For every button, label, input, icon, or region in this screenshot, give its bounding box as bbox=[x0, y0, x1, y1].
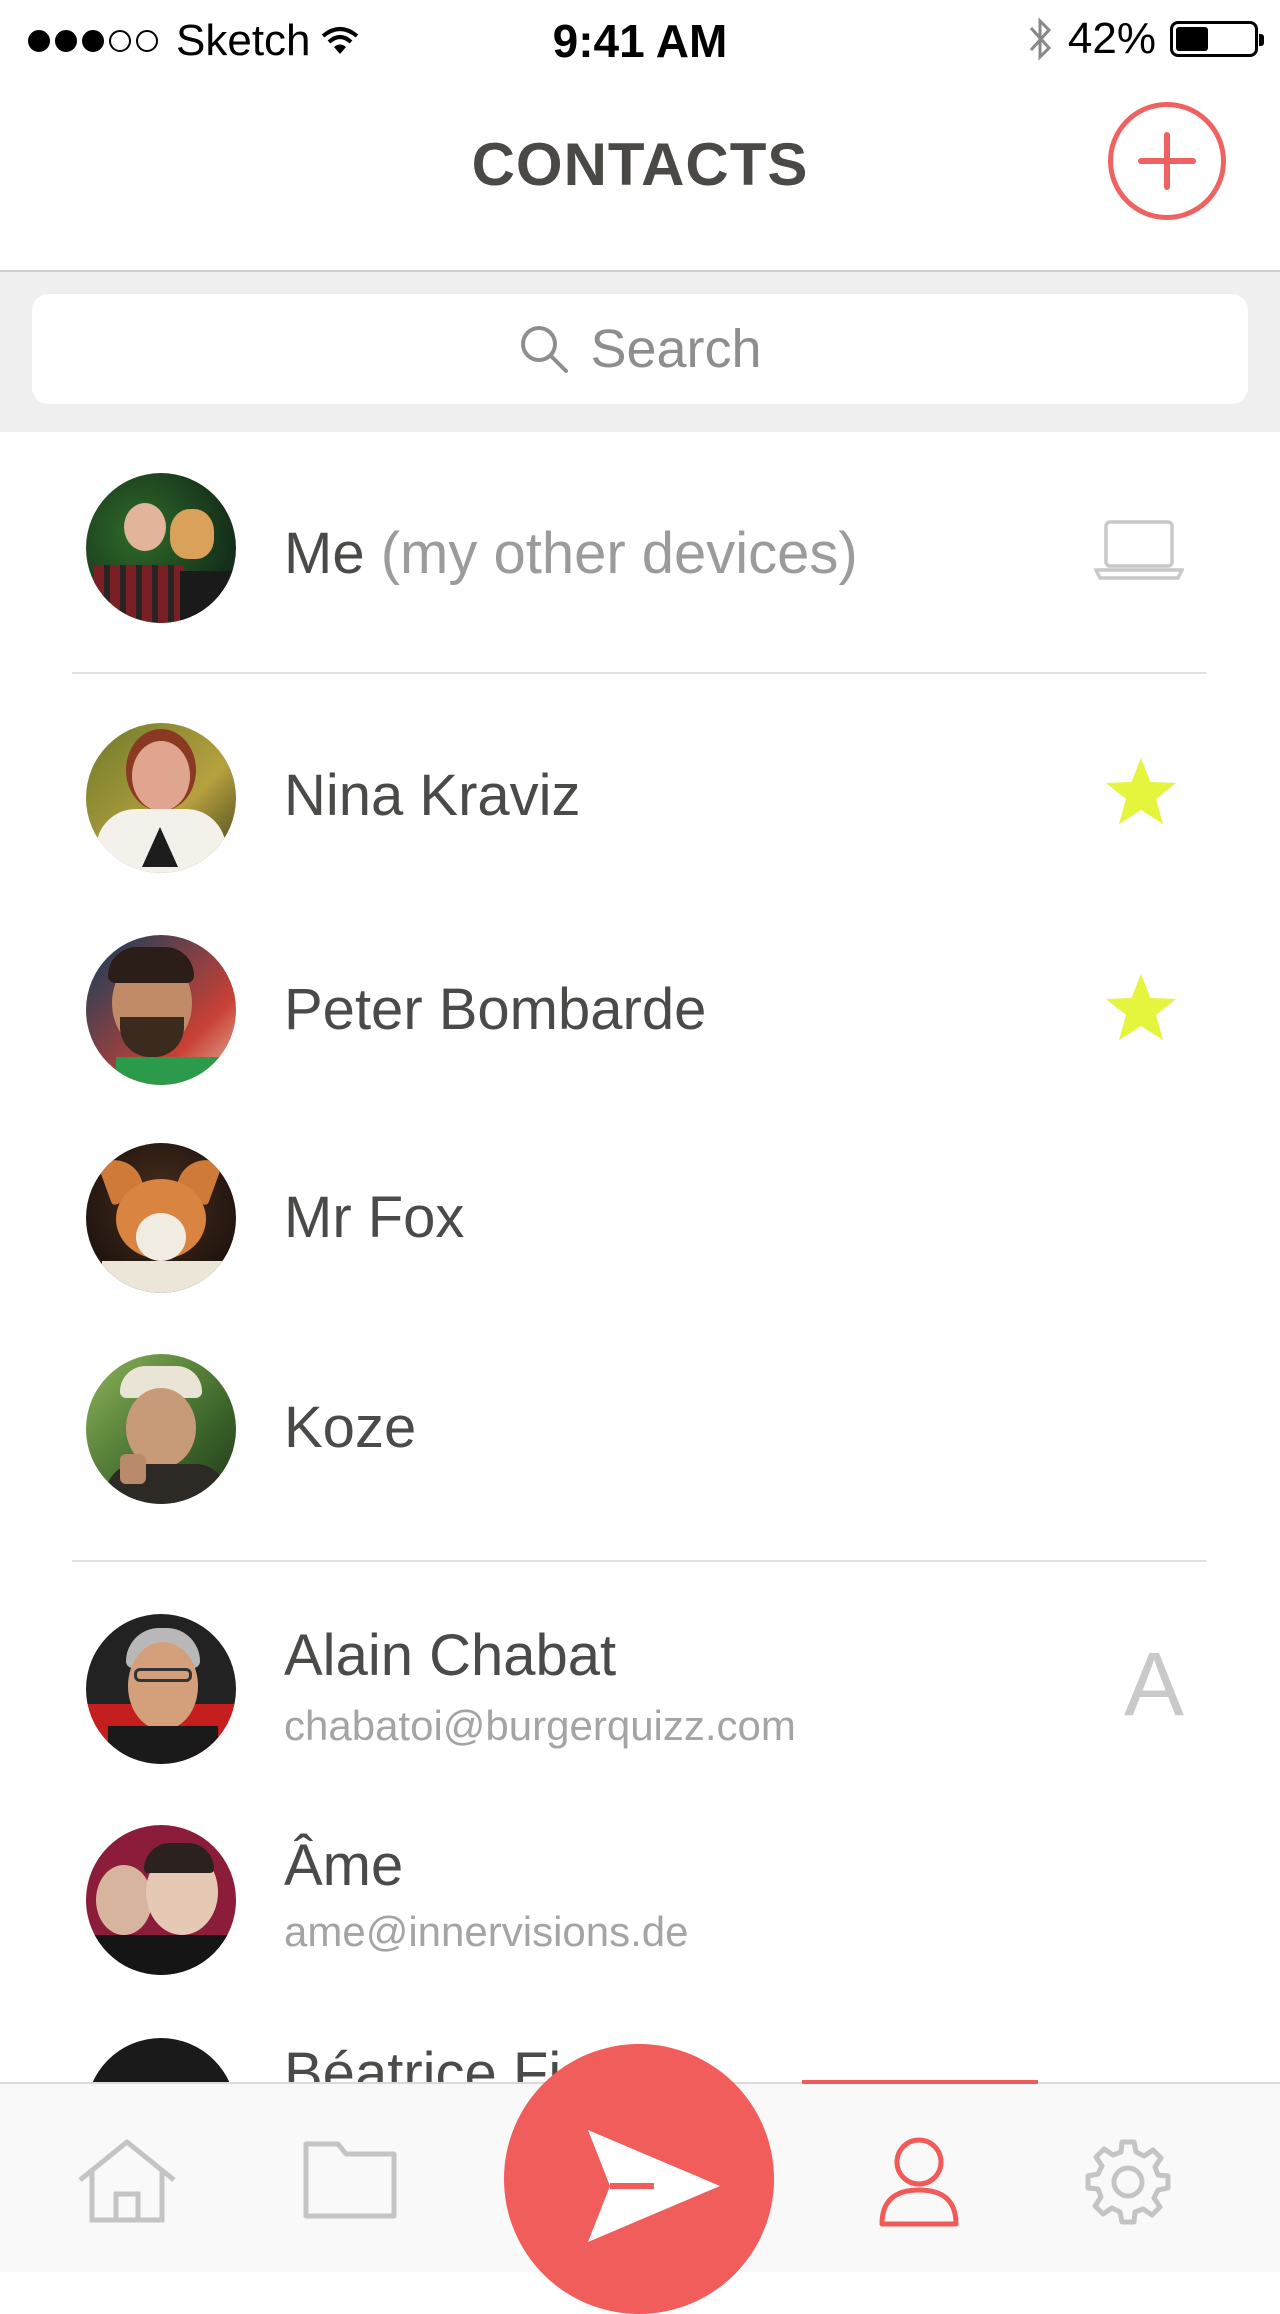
contact-row[interactable]: Peter Bombarde bbox=[0, 930, 1280, 1090]
bluetooth-icon bbox=[1029, 17, 1051, 61]
divider bbox=[72, 1560, 1206, 1562]
battery-percent: 42% bbox=[1067, 14, 1156, 63]
contact-row[interactable]: Nina Kraviz bbox=[0, 720, 1280, 880]
favorite-star-icon[interactable] bbox=[1102, 754, 1180, 830]
contact-name: Alain Chabat bbox=[284, 1623, 617, 1688]
tab-home[interactable] bbox=[46, 2084, 206, 2274]
contact-name: Nina Kraviz bbox=[284, 763, 581, 828]
send-button[interactable] bbox=[504, 2044, 774, 2314]
me-row[interactable]: Me (my other devices) bbox=[0, 470, 1280, 630]
add-contact-button[interactable] bbox=[1108, 102, 1226, 220]
plus-icon bbox=[1138, 132, 1196, 190]
tab-files[interactable] bbox=[272, 2084, 432, 2274]
home-icon bbox=[78, 2139, 176, 2223]
contact-row[interactable]: Koze bbox=[0, 1350, 1280, 1510]
contact-name: Âme bbox=[284, 1833, 404, 1898]
status-right: 42% bbox=[1028, 14, 1264, 64]
page-title: CONTACTS bbox=[471, 131, 809, 198]
tab-settings[interactable] bbox=[1052, 2084, 1212, 2274]
contact-name: Koze bbox=[284, 1395, 417, 1460]
contact-row[interactable]: Mr Fox bbox=[0, 1140, 1280, 1300]
avatar bbox=[86, 1354, 236, 1504]
divider bbox=[72, 672, 1206, 674]
avatar bbox=[86, 1143, 236, 1293]
favorite-star-icon[interactable] bbox=[1102, 970, 1180, 1046]
contact-name: Béatrice Fi bbox=[284, 2041, 562, 2082]
send-icon bbox=[588, 2130, 720, 2242]
avatar bbox=[86, 473, 236, 623]
settings-icon bbox=[1085, 2139, 1171, 2225]
search-bar-container: Search bbox=[0, 272, 1280, 432]
contact-name: Me (my other devices) bbox=[284, 520, 858, 587]
section-index-letter: A bbox=[1124, 1635, 1185, 1735]
battery-icon bbox=[1170, 21, 1264, 57]
avatar bbox=[86, 1614, 236, 1764]
tab-contacts[interactable] bbox=[840, 2084, 1000, 2274]
me-note: (my other devices) bbox=[380, 521, 858, 586]
contact-row[interactable]: Alain Chabat chabatoi@burgerquizz.com A bbox=[0, 1610, 1280, 1770]
contact-email: chabatoi@burgerquizz.com bbox=[284, 1702, 796, 1749]
avatar bbox=[86, 1825, 236, 1975]
folder-icon bbox=[303, 2141, 397, 2219]
contact-name: Peter Bombarde bbox=[284, 977, 707, 1042]
status-bar: Sketch 9:41 AM 42% bbox=[0, 0, 1280, 80]
avatar bbox=[86, 723, 236, 873]
search-placeholder: Search bbox=[590, 319, 762, 379]
search-input[interactable]: Search bbox=[32, 294, 1248, 404]
me-label: Me bbox=[284, 521, 365, 586]
avatar bbox=[86, 935, 236, 1085]
avatar bbox=[86, 2038, 236, 2082]
contacts-icon bbox=[879, 2137, 959, 2227]
contact-email: ame@innervisions.de bbox=[284, 1908, 689, 1955]
contact-name: Mr Fox bbox=[284, 1185, 465, 1250]
search-icon bbox=[521, 326, 569, 373]
contact-row[interactable]: Âme ame@innervisions.de bbox=[0, 1820, 1280, 1980]
navigation-bar: CONTACTS bbox=[0, 80, 1280, 272]
laptop-icon bbox=[1094, 520, 1184, 580]
